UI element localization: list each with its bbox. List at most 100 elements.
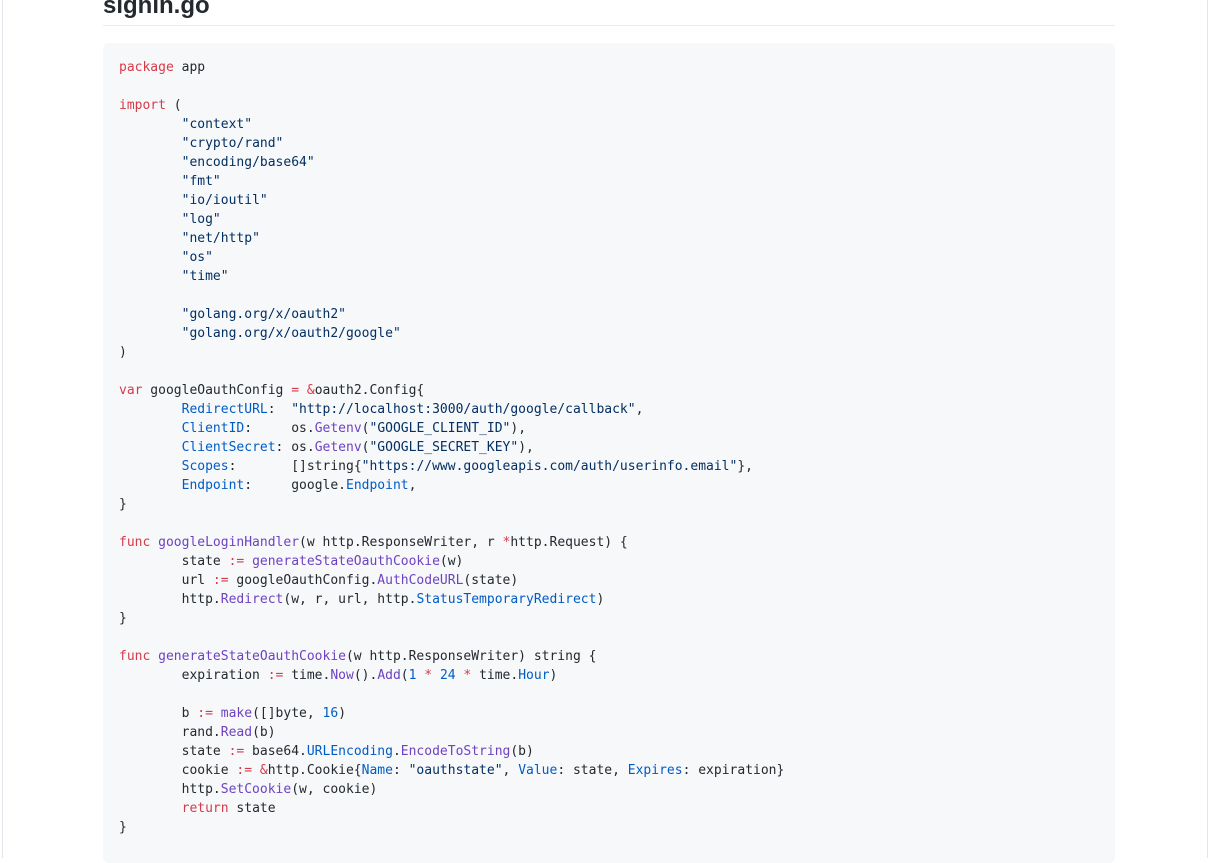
code-token: Name xyxy=(361,763,393,778)
code-token: "os" xyxy=(181,250,213,265)
file-heading: signin.go xyxy=(103,0,1115,26)
code-token: := xyxy=(228,744,245,759)
page-scrollbar[interactable] xyxy=(1208,0,1212,853)
code-token: := xyxy=(236,763,253,778)
code-line: "io/ioutil" xyxy=(119,191,784,210)
code-token: ), xyxy=(510,421,527,436)
code-line: return state xyxy=(119,799,784,818)
code-token: (w) xyxy=(439,554,464,569)
code-line: ClientSecret: os.Getenv("GOOGLE_SECRET_K… xyxy=(119,438,784,457)
code-token: } xyxy=(119,611,127,626)
code-token: "crypto/rand" xyxy=(181,136,284,151)
code-token: }, xyxy=(737,459,753,474)
code-token: "log" xyxy=(181,212,221,227)
code-token: rand. xyxy=(119,725,221,740)
code-token: 24 xyxy=(439,668,456,683)
code-line: ​ xyxy=(119,286,784,305)
code-token: googleOauthConfig xyxy=(142,383,292,398)
code-line: } xyxy=(119,609,784,628)
code-token: "http://localhost:3000/auth/google/callb… xyxy=(291,402,636,417)
code-block[interactable]: package app​import ( "context" "crypto/r… xyxy=(103,43,1115,863)
code-token: state xyxy=(228,801,276,816)
code-token: oauth2.Config{ xyxy=(314,383,425,398)
code-token: state xyxy=(119,744,229,759)
code-token: Read xyxy=(220,725,253,740)
code-token: http.Request) { xyxy=(510,535,628,550)
code-line: rand.Read(b) xyxy=(119,723,784,742)
code-token: := xyxy=(228,554,245,569)
code-token: "time" xyxy=(181,269,229,284)
code-token: & xyxy=(306,383,315,398)
code-line: "os" xyxy=(119,248,784,267)
code-token: "io/ioutil" xyxy=(181,193,268,208)
code-token: SetCookie xyxy=(220,782,292,797)
code-line: state := generateStateOauthCookie(w) xyxy=(119,552,784,571)
code-token: * xyxy=(424,668,433,683)
code-line: ​ xyxy=(119,77,784,96)
code-line: http.SetCookie(w, cookie) xyxy=(119,780,784,799)
code-token: "golang.org/x/oauth2" xyxy=(181,307,346,322)
code-token: : []string{ xyxy=(228,459,362,474)
code-line: state := base64.URLEncoding.EncodeToStri… xyxy=(119,742,784,761)
code-token: import xyxy=(119,98,166,113)
code-line: "time" xyxy=(119,267,784,286)
code-token: "fmt" xyxy=(181,174,221,189)
code-line: cookie := &http.Cookie{Name: "oauthstate… xyxy=(119,761,785,780)
code-token: ( xyxy=(165,98,182,113)
code-token: generateStateOauthCookie xyxy=(252,554,440,569)
code-token: url xyxy=(119,573,213,588)
code-token: , xyxy=(635,402,644,417)
code-token: : xyxy=(392,763,409,778)
code-line: func generateStateOauthCookie(w http.Res… xyxy=(119,647,784,666)
code-line: Endpoint: google.Endpoint, xyxy=(119,476,784,495)
code-token: ( xyxy=(361,421,370,436)
code-token: ([]byte, xyxy=(252,706,323,721)
code-token: (state) xyxy=(463,573,519,588)
code-line: "net/http" xyxy=(119,229,784,248)
code-token: (b) xyxy=(252,725,276,740)
code-token: (w http.ResponseWriter, r xyxy=(299,535,503,550)
code-token: & xyxy=(259,763,268,778)
code-token: : expiration} xyxy=(682,763,785,778)
code-token: (w, cookie) xyxy=(291,782,378,797)
code-line: "golang.org/x/oauth2/google" xyxy=(119,324,784,343)
code-token: EncodeToString xyxy=(400,744,511,759)
code-token: . xyxy=(392,744,401,759)
code-token: , xyxy=(502,763,519,778)
code-line: RedirectURL: "http://localhost:3000/auth… xyxy=(119,400,784,419)
code-token: state xyxy=(119,554,229,569)
code-token: ClientSecret xyxy=(181,440,276,455)
code-token: : google. xyxy=(244,478,346,493)
code-token: : state, xyxy=(557,763,628,778)
code-token: http. xyxy=(119,782,221,797)
code-token: "oauthstate" xyxy=(408,763,503,778)
code-token: "GOOGLE_SECRET_KEY" xyxy=(369,440,519,455)
code-token: func xyxy=(119,535,151,550)
code-token: http.Cookie{ xyxy=(267,763,362,778)
code-line: "golang.org/x/oauth2" xyxy=(119,305,784,324)
code-token: googleLoginHandler xyxy=(158,535,300,550)
code-token: var xyxy=(119,383,143,398)
code-line: "log" xyxy=(119,210,784,229)
code-token: := xyxy=(212,573,229,588)
code-line: import ( xyxy=(119,96,784,115)
code-token: (w, r, url, http. xyxy=(283,592,417,607)
code-token: ), xyxy=(518,440,534,455)
code-line: ​ xyxy=(119,685,784,704)
code-token: , xyxy=(408,478,417,493)
code-line: "encoding/base64" xyxy=(119,153,784,172)
code-token: (w http.ResponseWriter) string { xyxy=(345,649,597,664)
code-token: ClientID xyxy=(181,421,245,436)
